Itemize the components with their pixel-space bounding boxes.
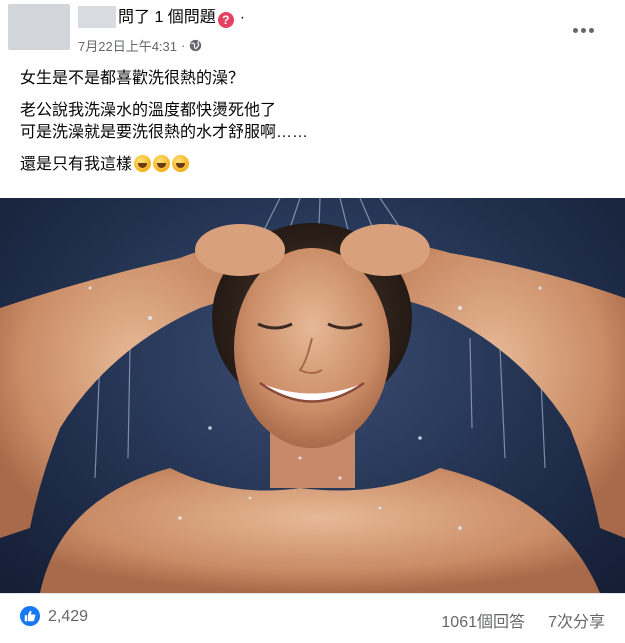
post-line-4-text: 還是只有我這樣: [20, 156, 133, 173]
shower-photo-illustration: [0, 198, 625, 593]
reaction-count[interactable]: 2,429: [48, 608, 88, 626]
like-icon[interactable]: [20, 606, 40, 626]
post-headline: 問了 1 個問題? ·: [118, 8, 245, 28]
avatar[interactable]: [8, 4, 70, 50]
laugh-emoji-icon: [153, 155, 171, 172]
post-line-1: 女生是不是都喜歡洗很熱的澡？: [20, 70, 245, 87]
question-icon: ?: [217, 12, 234, 28]
emoji-row: [134, 155, 190, 172]
laugh-emoji-icon: [172, 155, 190, 172]
post-line-3: 可是洗澡就是要洗很熱的水才舒服啊……: [20, 124, 309, 141]
asked-question-text: 問了 1 個問題: [118, 9, 216, 26]
post-text: 女生是不是都喜歡洗很熱的澡？ 老公說我洗澡水的溫度都快燙死他了 可是洗澡就是要洗…: [20, 64, 308, 176]
headline-separator: ·: [239, 9, 246, 26]
post-footer: 2,429 1061個回答 7次分享: [0, 593, 625, 643]
author-name-redacted[interactable]: [78, 6, 116, 28]
post-card: 問了 1 個問題? · 7月22日上午4:31 · 女生是不是都喜歡洗很熱的澡？ …: [0, 0, 625, 642]
meta-separator: ·: [181, 38, 186, 53]
laugh-emoji-icon: [134, 155, 152, 172]
more-horizontal-icon: [572, 28, 578, 33]
answers-count[interactable]: 1061個回答: [441, 608, 525, 632]
more-options-button[interactable]: [571, 20, 599, 40]
shares-count[interactable]: 7次分享: [548, 608, 605, 632]
post-photo[interactable]: [0, 198, 625, 593]
post-timestamp[interactable]: 7月22日上午4:31: [78, 36, 177, 55]
post-header: 問了 1 個問題? · 7月22日上午4:31 ·: [0, 0, 625, 64]
post-meta: 7月22日上午4:31 ·: [78, 36, 202, 55]
post-line-4: 還是只有我這樣: [20, 154, 308, 176]
globe-icon: [189, 39, 202, 52]
post-line-2: 老公說我洗澡水的溫度都快燙死他了: [20, 102, 277, 119]
